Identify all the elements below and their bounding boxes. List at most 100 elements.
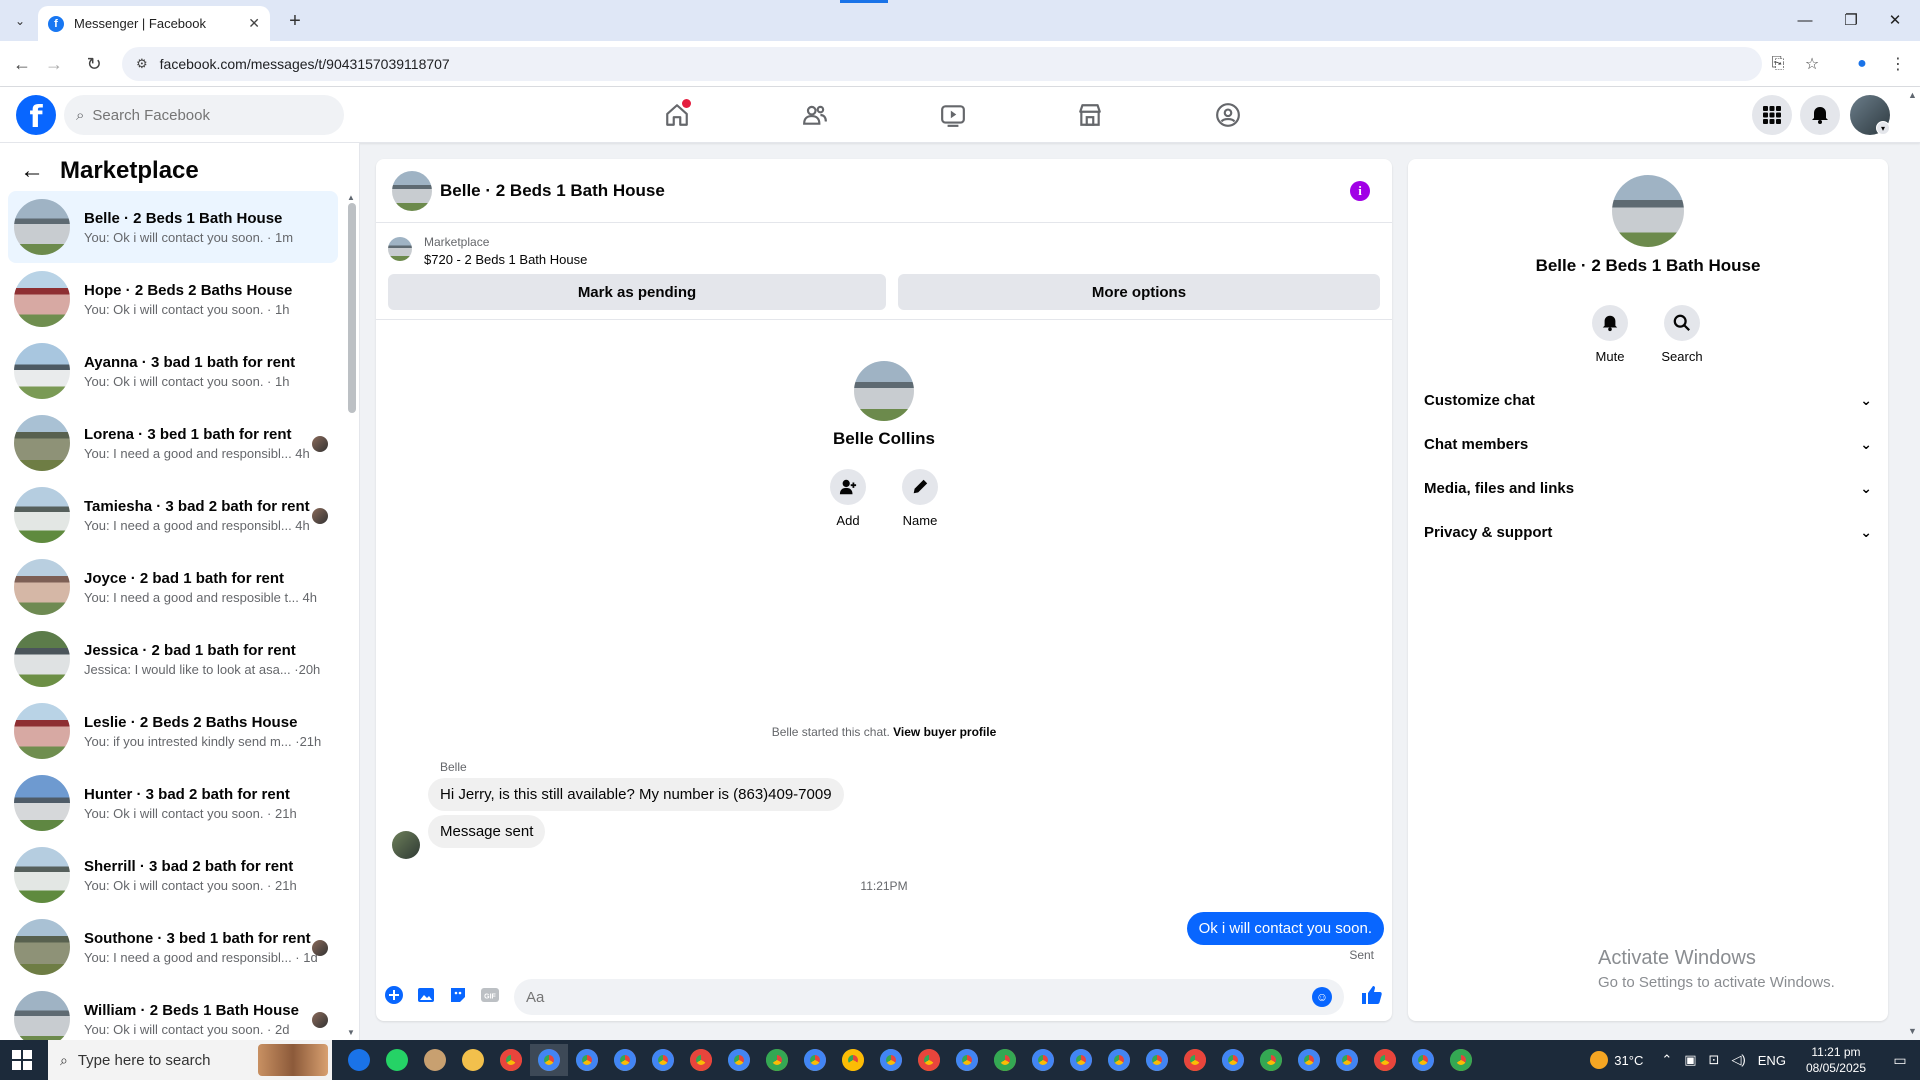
- restore-icon[interactable]: ❐: [1836, 8, 1866, 32]
- scroll-up-icon[interactable]: ▲: [347, 193, 355, 202]
- chrome-icon[interactable]: [948, 1044, 986, 1076]
- install-app-icon[interactable]: ⎘: [1766, 52, 1790, 76]
- tray-chevron-up-icon[interactable]: ⌃: [1661, 1052, 1672, 1068]
- taskbar-search[interactable]: ⌕ Type here to search: [48, 1040, 332, 1080]
- nav-marketplace[interactable]: [1070, 95, 1110, 135]
- chrome-icon[interactable]: [492, 1044, 530, 1076]
- nav-gaming[interactable]: [1208, 95, 1248, 135]
- chrome-icon[interactable]: [872, 1044, 910, 1076]
- add-contact-action[interactable]: Add: [818, 469, 878, 528]
- customize-chat-section[interactable]: Customize chat ⌄: [1424, 382, 1872, 418]
- name-contact-action[interactable]: Name: [890, 469, 950, 528]
- whatsapp-icon[interactable]: [378, 1044, 416, 1076]
- sidebar-scrollbar[interactable]: [348, 203, 356, 413]
- chrome-icon[interactable]: [530, 1044, 568, 1076]
- back-arrow-icon[interactable]: ←: [10, 52, 34, 76]
- reload-icon[interactable]: ↻: [82, 52, 106, 76]
- chrome-icon[interactable]: [1214, 1044, 1252, 1076]
- chrome-icon[interactable]: [1062, 1044, 1100, 1076]
- chrome-icon[interactable]: [606, 1044, 644, 1076]
- chrome-icon[interactable]: [1442, 1044, 1480, 1076]
- chrome-icon[interactable]: [1366, 1044, 1404, 1076]
- window-close-icon[interactable]: ✕: [1880, 8, 1910, 32]
- page-scroll-up-icon[interactable]: ▲: [1908, 90, 1917, 100]
- conversation-item[interactable]: Leslie · 2 Beds 2 Baths House You: if you…: [8, 695, 338, 767]
- conversation-item[interactable]: Belle · 2 Beds 1 Bath House You: Ok i wil…: [8, 191, 338, 263]
- address-bar[interactable]: ⚙ facebook.com/messages/t/90431570391187…: [122, 47, 1762, 81]
- nav-home[interactable]: [657, 95, 697, 135]
- more-options-button[interactable]: More options: [898, 274, 1380, 310]
- conversation-item[interactable]: Sherrill · 3 bad 2 bath for rent You: Ok …: [8, 839, 338, 911]
- info-icon[interactable]: i: [1350, 181, 1370, 201]
- back-arrow-icon[interactable]: ←: [20, 157, 44, 185]
- facebook-search-input[interactable]: [92, 106, 313, 124]
- menu-grid-button[interactable]: [1752, 95, 1792, 135]
- site-info-icon[interactable]: ⚙: [136, 56, 148, 72]
- chrome-icon[interactable]: [1138, 1044, 1176, 1076]
- conversation-item[interactable]: Joyce · 2 bad 1 bath for rent You: I need…: [8, 551, 338, 623]
- file-explorer-icon[interactable]: [454, 1044, 492, 1076]
- app-icon[interactable]: [416, 1044, 454, 1076]
- gif-icon[interactable]: GIF: [478, 983, 502, 1007]
- chrome-icon[interactable]: [1176, 1044, 1214, 1076]
- chrome-icon[interactable]: [834, 1044, 872, 1076]
- message-input[interactable]: [526, 988, 1286, 1006]
- privacy-support-section[interactable]: Privacy & support ⌄: [1424, 514, 1872, 550]
- chrome-icon[interactable]: [910, 1044, 948, 1076]
- incoming-message-bubble[interactable]: Message sent: [428, 815, 546, 848]
- forward-arrow-icon[interactable]: →: [42, 52, 66, 76]
- chrome-icon[interactable]: [986, 1044, 1024, 1076]
- volume-icon[interactable]: ◁): [1731, 1052, 1745, 1068]
- search-in-conversation-action[interactable]: Search: [1652, 305, 1712, 364]
- chrome-icon[interactable]: [796, 1044, 834, 1076]
- chrome-icon[interactable]: [1290, 1044, 1328, 1076]
- conversation-item[interactable]: Jessica · 2 bad 1 bath for rent Jessica: …: [8, 623, 338, 695]
- new-tab-plus-icon[interactable]: +: [282, 8, 308, 34]
- bookmark-star-icon[interactable]: ☆: [1800, 52, 1824, 76]
- tab-close-icon[interactable]: ✕: [248, 15, 260, 32]
- chrome-icon[interactable]: [1100, 1044, 1138, 1076]
- mark-as-pending-button[interactable]: Mark as pending: [388, 274, 886, 310]
- incoming-message-bubble[interactable]: Hi Jerry, is this still available? My nu…: [428, 778, 844, 811]
- nav-friends[interactable]: [795, 95, 835, 135]
- message-input-wrapper[interactable]: ☺: [514, 979, 1344, 1015]
- scroll-down-icon[interactable]: ▼: [347, 1028, 355, 1037]
- chrome-icon[interactable]: [1328, 1044, 1366, 1076]
- action-center-icon[interactable]: ▭: [1880, 1052, 1920, 1069]
- plus-circle-icon[interactable]: [382, 983, 406, 1007]
- conversation-item[interactable]: Hunter · 3 bad 2 bath for rent You: Ok i …: [8, 767, 338, 839]
- chrome-icon[interactable]: [568, 1044, 606, 1076]
- chrome-icon[interactable]: [758, 1044, 796, 1076]
- chrome-icon[interactable]: [720, 1044, 758, 1076]
- edge-icon[interactable]: [340, 1044, 378, 1076]
- chrome-icon[interactable]: [682, 1044, 720, 1076]
- browser-tab-messenger[interactable]: f Messenger | Facebook ✕: [38, 6, 270, 41]
- nav-video[interactable]: [933, 95, 973, 135]
- taskbar-clock[interactable]: 11:21 pm 08/05/2025: [1806, 1044, 1866, 1076]
- network-icon[interactable]: ⊡: [1709, 1052, 1720, 1068]
- chat-members-section[interactable]: Chat members ⌄: [1424, 426, 1872, 462]
- minimize-icon[interactable]: —: [1790, 8, 1820, 32]
- conversation-item[interactable]: Hope · 2 Beds 2 Baths House You: Ok i wil…: [8, 263, 338, 335]
- photo-icon[interactable]: [414, 983, 438, 1007]
- conversation-item[interactable]: Southone · 3 bed 1 bath for rent You: I n…: [8, 911, 338, 983]
- windows-start-icon[interactable]: [12, 1050, 32, 1070]
- facebook-logo-icon[interactable]: f: [16, 95, 56, 135]
- mute-action[interactable]: Mute: [1580, 305, 1640, 364]
- browser-menu-icon[interactable]: ⋮: [1886, 52, 1910, 76]
- sender-avatar[interactable]: [392, 831, 420, 859]
- conversation-item[interactable]: Tamiesha · 3 bad 2 bath for rent You: I n…: [8, 479, 338, 551]
- page-scroll-down-icon[interactable]: ▼: [1908, 1026, 1917, 1036]
- language-indicator[interactable]: ENG: [1758, 1053, 1786, 1068]
- view-buyer-profile-link[interactable]: View buyer profile: [893, 725, 996, 739]
- facebook-search[interactable]: ⌕: [64, 95, 344, 135]
- account-chevron-icon[interactable]: ▾: [1876, 121, 1890, 135]
- chrome-icon[interactable]: [1252, 1044, 1290, 1076]
- chrome-icon[interactable]: [1024, 1044, 1062, 1076]
- tray-app-icon[interactable]: ▣: [1684, 1052, 1696, 1068]
- notifications-button[interactable]: [1800, 95, 1840, 135]
- chrome-icon[interactable]: [644, 1044, 682, 1076]
- details-avatar[interactable]: [1612, 175, 1684, 247]
- contact-avatar[interactable]: [854, 361, 914, 421]
- weather-widget[interactable]: 31°C: [1590, 1051, 1643, 1069]
